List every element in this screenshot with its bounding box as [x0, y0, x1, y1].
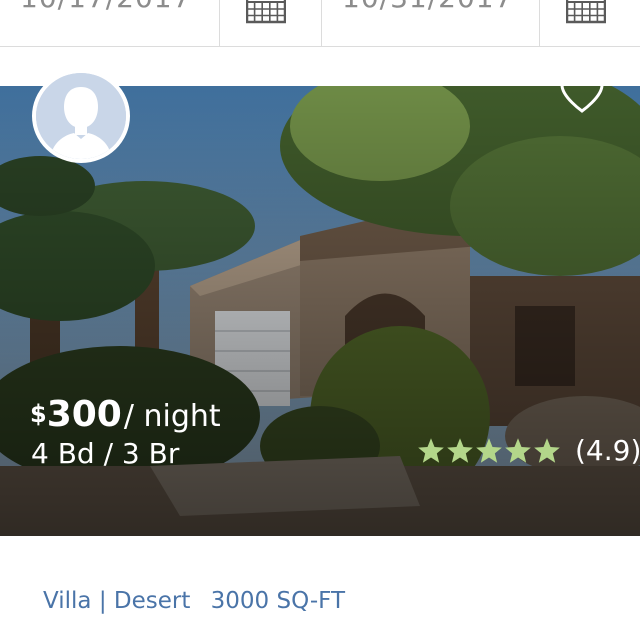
calendar-icon	[246, 0, 286, 24]
property-type: Villa	[43, 588, 92, 614]
checkout-date-field[interactable]: 10/31/2017	[322, 0, 540, 47]
property-size: 3000 SQ-FT	[210, 588, 346, 614]
checkout-date-text: 10/31/2017	[342, 0, 513, 14]
property-location: Desert	[113, 588, 191, 614]
heart-icon[interactable]	[559, 72, 605, 114]
star-icon	[534, 438, 560, 463]
avatar-icon	[36, 73, 126, 159]
price-currency: $	[30, 400, 47, 428]
checkout-calendar-button[interactable]	[540, 0, 640, 47]
listing-details: Villa | Desert 3000 SQ-FT	[0, 536, 640, 640]
date-range-bar: 10/17/2017 10/31/2017	[0, 0, 640, 47]
host-avatar[interactable]	[32, 69, 130, 163]
beds-baths: 4 Bd / 3 Br	[31, 437, 180, 470]
checkin-date-field[interactable]: 10/17/2017	[0, 0, 220, 47]
price-amount: 300	[46, 394, 122, 435]
checkin-date-text: 10/17/2017	[20, 0, 191, 14]
calendar-icon	[566, 0, 606, 24]
rating-value: (4.9)	[575, 434, 640, 467]
price-period: / night	[123, 399, 221, 434]
listing-price: $300/ night	[30, 394, 221, 435]
listing-subtitle[interactable]: Villa | Desert 3000 SQ-FT	[43, 588, 345, 614]
subtitle-separator: |	[98, 588, 107, 614]
star-icon	[447, 438, 473, 463]
star-icon	[418, 438, 444, 463]
star-icon	[505, 438, 531, 463]
star-icon	[476, 438, 502, 463]
checkin-calendar-button[interactable]	[220, 0, 322, 47]
listing-rating: (4.9)	[417, 434, 640, 467]
rating-stars	[417, 437, 561, 464]
